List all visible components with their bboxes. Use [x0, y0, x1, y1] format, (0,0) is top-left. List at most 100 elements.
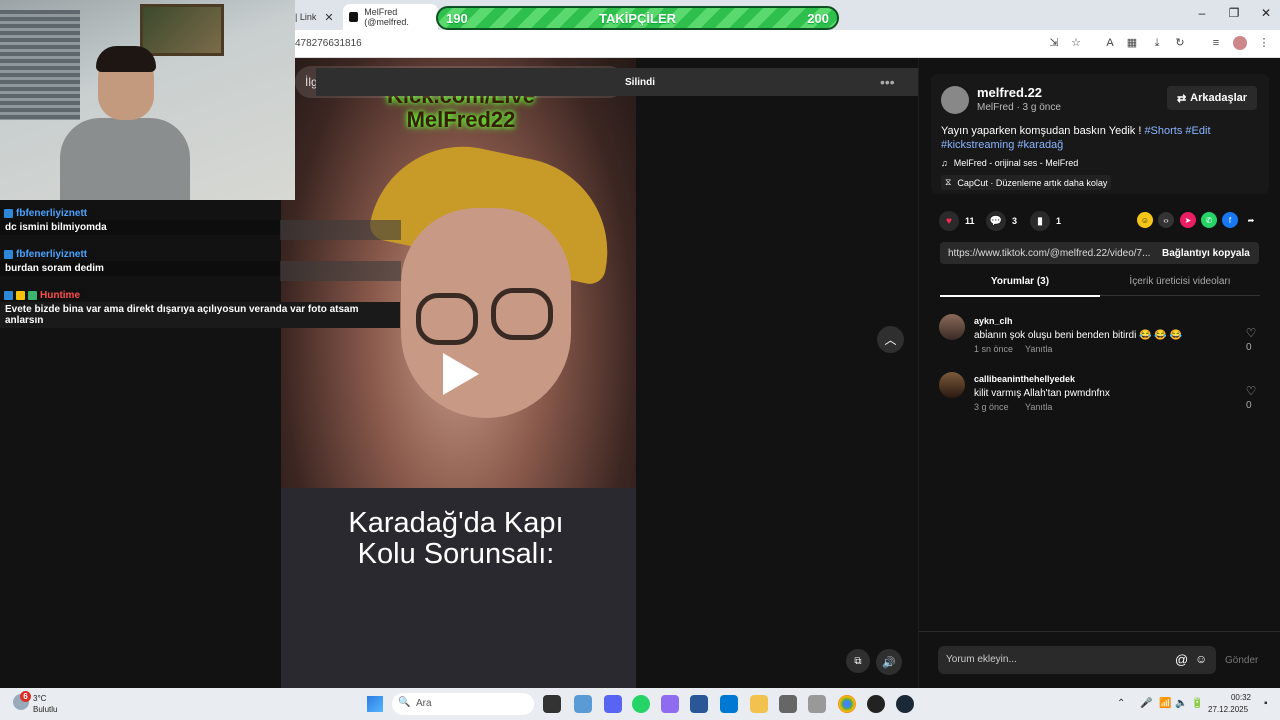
microphone-icon[interactable]: 🎤 [1140, 698, 1152, 709]
tab-comments[interactable]: Yorumlar (3) [940, 276, 1100, 297]
tab-label: MelFred (@melfred. [364, 7, 409, 27]
like-button[interactable]: ♥ 11 [939, 211, 975, 231]
copy-link-button[interactable]: Bağlantıyı kopyala [1154, 248, 1250, 259]
windows-start-icon[interactable] [367, 696, 383, 712]
volume-icon[interactable]: 🔈 [1175, 698, 1187, 709]
friends-button[interactable]: ⇄ Arkadaşlar [1167, 86, 1257, 110]
share-arrow-icon[interactable]: ➦ [1243, 212, 1259, 228]
emoji-icon[interactable]: ☺ [1195, 652, 1207, 666]
star-icon[interactable]: ☆ [1069, 36, 1083, 50]
obs-icon[interactable] [867, 695, 885, 713]
comment-username[interactable]: aykn_clh [974, 316, 1013, 326]
wifi-icon[interactable]: 📶 [1159, 698, 1171, 709]
close-window-icon[interactable]: ✕ [1256, 6, 1276, 20]
chevron-up-icon[interactable]: ︿ [877, 326, 904, 353]
share-link[interactable]: https://www.tiktok.com/@melfred.22/video… [940, 248, 1154, 259]
mouse-icon[interactable] [808, 695, 826, 713]
comment-time: 3 g önce [974, 402, 1009, 412]
pip-icon[interactable]: ⧉ [846, 649, 870, 673]
maximize-icon[interactable]: ❐ [1224, 6, 1244, 20]
translate-icon[interactable]: A [1103, 36, 1117, 50]
download-icon[interactable]: ⤓ [1150, 36, 1164, 50]
avatar[interactable] [939, 314, 965, 340]
badge-icon [4, 250, 13, 259]
hashtag[interactable]: #kickstreaming [941, 139, 1014, 151]
copilot-icon[interactable] [661, 695, 679, 713]
store-icon[interactable] [690, 695, 708, 713]
badge-icon [4, 291, 13, 300]
facebook-icon[interactable]: f [1222, 212, 1238, 228]
whatsapp-icon[interactable]: ✆ [1201, 212, 1217, 228]
steam-icon[interactable] [896, 695, 914, 713]
post-card: melfred.22 MelFred · 3 g önce ⇄ Arkadaşl… [931, 74, 1269, 194]
mention-icon[interactable]: @ [1175, 652, 1188, 667]
heart-icon[interactable]: ♡ [1244, 326, 1258, 340]
battery-icon[interactable]: 🔋 [1191, 698, 1203, 709]
embed-icon[interactable]: ‹› [1158, 212, 1174, 228]
whatsapp-icon[interactable] [632, 695, 650, 713]
send-icon[interactable]: ➤ [1180, 212, 1196, 228]
reading-list-icon[interactable]: ≡ [1209, 36, 1223, 50]
music-note-icon: ♫ [941, 158, 948, 168]
reply-button[interactable]: Yanıtla [1025, 402, 1052, 412]
comment-count: 3 [1012, 216, 1018, 226]
app-icon[interactable] [720, 695, 738, 713]
clock-date[interactable]: 27.12.2025 [1208, 705, 1248, 714]
calculator-icon[interactable] [779, 695, 797, 713]
close-icon[interactable]: ✕ [324, 11, 333, 24]
history-icon[interactable]: ↻ [1173, 36, 1187, 50]
divider [919, 631, 1280, 632]
author-name[interactable]: melfred.22 [977, 85, 1042, 100]
capcut-label: CapCut · Düzenleme artık daha kolay [957, 177, 1108, 188]
chat-message: Huntime Evete bizde bina var ama direkt … [0, 289, 400, 328]
clock-time[interactable]: 00:32 [1214, 693, 1251, 702]
chat-text: burdan soram dedim [0, 261, 280, 276]
chevron-up-icon[interactable]: ⌃ [1117, 698, 1125, 709]
capcut-row[interactable]: ⧖ CapCut · Düzenleme artık daha kolay [941, 175, 1112, 190]
avatar[interactable] [939, 372, 965, 398]
app-icon[interactable] [574, 695, 592, 713]
task-view-icon[interactable] [543, 695, 561, 713]
browser-tab-melfred[interactable]: MelFred (@melfred. [343, 4, 438, 30]
notification-icon[interactable]: ▪ [1264, 698, 1268, 709]
extensions-icon[interactable]: ▦ [1125, 36, 1139, 50]
taskbar-search[interactable]: Ara [392, 693, 534, 715]
bookmark-icon: ▮ [1030, 211, 1050, 231]
like-count: 11 [965, 216, 975, 226]
address-bar[interactable]: 478276631816 ⇲ ☆ A ▦ ⤓ ↻ ≡ ⋮ [295, 30, 1280, 58]
video-player[interactable]: Kick.com/Live MelFred22 Karadağ'da Kapı … [281, 58, 636, 688]
menu-icon[interactable]: ⋮ [1257, 36, 1271, 50]
notification-badge: 6 [20, 691, 31, 702]
comment-button[interactable]: 💬 3 [986, 211, 1017, 231]
hashtag[interactable]: #karadağ [1017, 139, 1063, 151]
volume-icon[interactable]: 🔊 [876, 649, 902, 675]
tiktok-icon [349, 12, 359, 22]
more-icon[interactable]: ••• [880, 74, 895, 90]
send-button[interactable]: Gönder [1225, 655, 1258, 666]
save-button[interactable]: ▮ 1 [1030, 211, 1061, 231]
discord-icon[interactable] [604, 695, 622, 713]
tab-creator-videos[interactable]: İçerik üreticisi videoları [1100, 276, 1260, 296]
hashtag[interactable]: #Edit [1185, 125, 1210, 137]
friends-share-icon[interactable]: ☺ [1137, 212, 1153, 228]
heart-icon[interactable]: ♡ [1244, 384, 1258, 398]
comment-like-count: 0 [1246, 342, 1252, 353]
reply-button[interactable]: Yanıtla [1025, 344, 1052, 354]
sound-row[interactable]: ♫ MelFred - orijinal ses - MelFred [941, 158, 1078, 168]
minimize-icon[interactable]: – [1192, 6, 1212, 20]
chat-username: fbfenerliyiznett [16, 208, 88, 219]
install-icon[interactable]: ⇲ [1047, 36, 1061, 50]
video-glasses [491, 288, 553, 340]
heart-icon: ♥ [939, 211, 959, 231]
folder-icon[interactable] [750, 695, 768, 713]
profile-icon[interactable] [1233, 36, 1247, 50]
comment-like-count: 0 [1246, 400, 1252, 411]
avatar[interactable] [941, 86, 969, 114]
browser-tab-link[interactable]: | Link ✕ [295, 4, 345, 30]
hashtag[interactable]: #Shorts [1144, 125, 1182, 137]
save-count: 1 [1056, 216, 1062, 226]
play-icon[interactable] [443, 353, 479, 395]
comment-username[interactable]: callibeaninthehellyedek [974, 374, 1075, 384]
follower-goal-bar: 190 TAKİPÇİLER 200 [436, 6, 839, 30]
chrome-icon[interactable] [838, 695, 856, 713]
